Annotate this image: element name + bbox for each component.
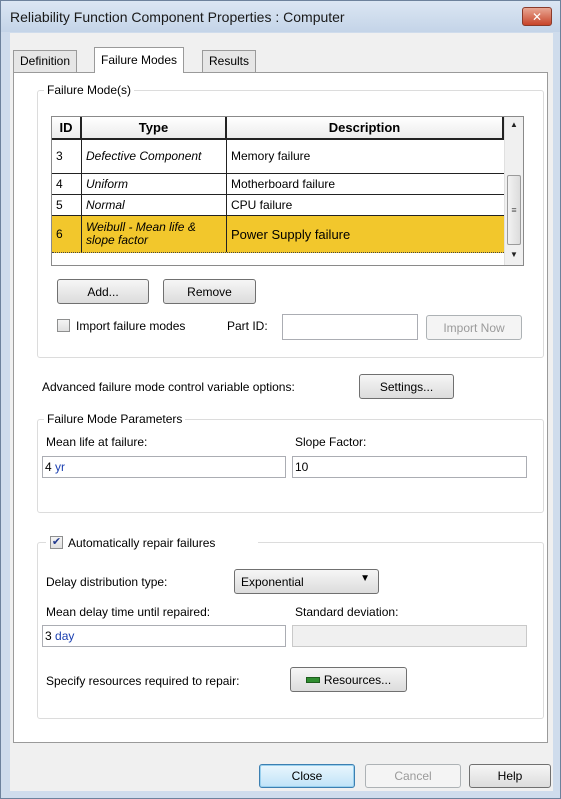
- title-bar[interactable]: Reliability Function Component Propertie…: [1, 1, 560, 32]
- tab-failure-modes[interactable]: Failure Modes: [94, 47, 185, 73]
- row-type: Normal: [82, 195, 227, 215]
- row-type: Uniform: [82, 174, 227, 194]
- close-button[interactable]: Close: [259, 764, 355, 788]
- row-id: 4: [52, 174, 82, 194]
- delay-type-select[interactable]: Exponential ▼: [234, 569, 379, 594]
- scroll-down-icon[interactable]: ▼: [505, 247, 523, 263]
- mean-delay-value: 3: [45, 629, 52, 643]
- mean-delay-label: Mean delay time until repaired:: [46, 605, 211, 619]
- table-scrollbar[interactable]: ▲ ≡ ▼: [504, 117, 523, 265]
- settings-button[interactable]: Settings...: [359, 374, 454, 399]
- std-dev-input[interactable]: [292, 625, 527, 647]
- auto-repair-label: Automatically repair failures: [68, 536, 216, 550]
- table-row-selected[interactable]: 6 Weibull - Mean life & slope factor Pow…: [52, 216, 504, 253]
- mean-life-value: 4: [45, 460, 52, 474]
- row-description: Motherboard failure: [231, 176, 336, 191]
- window-title: Reliability Function Component Propertie…: [10, 9, 345, 25]
- repair-group-title: ✔ Automatically repair failures: [46, 534, 258, 552]
- mean-life-label: Mean life at failure:: [46, 435, 148, 449]
- checkmark-icon: ✔: [51, 536, 62, 548]
- resources-icon: [305, 676, 320, 683]
- row-description: Memory failure: [231, 149, 311, 163]
- chevron-down-icon: ▼: [360, 573, 370, 584]
- scroll-thumb[interactable]: ≡: [507, 175, 521, 245]
- resources-button-label: Resources...: [323, 672, 392, 687]
- remove-failure-mode-button[interactable]: Remove: [163, 279, 256, 304]
- slope-factor-input[interactable]: 10: [292, 456, 527, 478]
- table-row[interactable]: 3 Defective Component Memory failure: [52, 140, 504, 174]
- column-header-id[interactable]: ID: [52, 117, 82, 138]
- row-type: Defective Component: [82, 140, 227, 173]
- resources-label: Specify resources required to repair:: [46, 674, 240, 688]
- failure-mode-parameters-group: Failure Mode Parameters Mean life at fai…: [37, 411, 544, 513]
- failure-modes-group-title: Failure Mode(s): [44, 82, 135, 98]
- row-type: Weibull - Mean life & slope factor: [82, 216, 227, 252]
- table-header: ID Type Description: [52, 117, 504, 140]
- row-id: 6: [52, 216, 82, 252]
- row-description: Power Supply failure: [231, 226, 351, 242]
- mean-life-unit: yr: [55, 460, 66, 474]
- column-header-description[interactable]: Description: [227, 117, 504, 138]
- mean-life-input[interactable]: 4 yr: [42, 456, 286, 478]
- std-dev-label: Standard deviation:: [295, 605, 399, 619]
- part-id-label: Part ID:: [227, 319, 268, 333]
- failure-mode-parameters-title: Failure Mode Parameters: [44, 411, 186, 427]
- column-header-type[interactable]: Type: [82, 117, 227, 138]
- slope-factor-label: Slope Factor:: [295, 435, 367, 449]
- failure-modes-table: ID Type Description 3 Defective Componen…: [51, 116, 524, 266]
- table-row[interactable]: 5 Normal CPU failure: [52, 195, 504, 216]
- part-id-input[interactable]: [282, 314, 418, 340]
- cancel-button[interactable]: Cancel: [365, 764, 461, 788]
- close-window-button[interactable]: ✕: [522, 7, 552, 26]
- mean-delay-input[interactable]: 3 day: [42, 625, 286, 647]
- row-id: 5: [52, 195, 82, 215]
- dialog-client: Definition Failure Modes Results Failure…: [10, 33, 553, 791]
- dialog-window: Reliability Function Component Propertie…: [0, 0, 561, 799]
- close-icon: ✕: [531, 9, 543, 24]
- advanced-options-label: Advanced failure mode control variable o…: [42, 380, 295, 394]
- import-failure-modes-label: Import failure modes: [76, 319, 186, 333]
- delay-type-value: Exponential: [241, 574, 304, 589]
- resources-button[interactable]: Resources...: [290, 667, 407, 692]
- import-failure-modes-checkbox[interactable]: [57, 319, 70, 332]
- failure-modes-group: Failure Mode(s) ID Type Description 3 De…: [37, 82, 544, 358]
- add-failure-mode-button[interactable]: Add...: [57, 279, 149, 304]
- mean-delay-unit: day: [55, 629, 75, 643]
- row-description: CPU failure: [231, 197, 293, 212]
- table-row[interactable]: 4 Uniform Motherboard failure: [52, 174, 504, 195]
- failure-modes-panel: Failure Mode(s) ID Type Description 3 De…: [13, 72, 548, 743]
- repair-group: ✔ Automatically repair failures Delay di…: [37, 534, 544, 719]
- row-id: 3: [52, 140, 82, 173]
- auto-repair-checkbox[interactable]: ✔: [50, 536, 63, 549]
- import-now-button[interactable]: Import Now: [426, 315, 522, 340]
- tab-results[interactable]: Results: [202, 50, 257, 72]
- scroll-up-icon[interactable]: ▲: [505, 117, 523, 133]
- tab-definition[interactable]: Definition: [13, 50, 78, 72]
- help-button[interactable]: Help: [469, 764, 551, 788]
- delay-type-label: Delay distribution type:: [46, 575, 168, 589]
